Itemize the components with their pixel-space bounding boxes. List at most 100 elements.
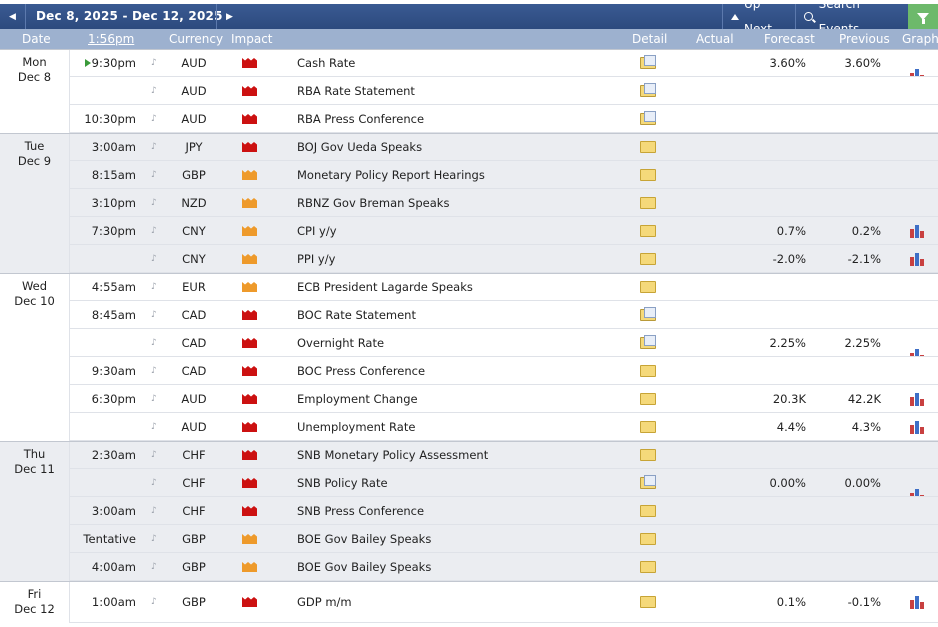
previous-value — [820, 553, 881, 581]
event-title[interactable]: BOC Press Conference — [297, 357, 425, 385]
sound-alert-icon[interactable]: ♪ — [151, 497, 163, 525]
next-week-button[interactable]: ▶ — [216, 4, 242, 29]
event-row[interactable]: 9:30am ♪ CAD BOC Press Conference — [0, 357, 938, 385]
sound-alert-icon[interactable]: ♪ — [151, 161, 163, 189]
graph-icon[interactable] — [910, 595, 926, 609]
event-title[interactable]: CPI y/y — [297, 217, 337, 245]
sound-alert-icon[interactable]: ♪ — [151, 525, 163, 553]
event-title[interactable]: SNB Policy Rate — [297, 469, 388, 497]
event-row[interactable]: 1:00am ♪ GBP GDP m/m 0.1% -0.1% — [0, 581, 938, 623]
sound-alert-icon[interactable]: ♪ — [151, 245, 163, 273]
folder-icon[interactable] — [640, 393, 656, 405]
folder-blue-icon[interactable] — [640, 475, 656, 489]
sound-alert-icon[interactable]: ♪ — [151, 77, 163, 105]
folder-blue-icon[interactable] — [640, 111, 656, 125]
folder-icon[interactable] — [640, 225, 656, 237]
event-row[interactable]: 7:30pm ♪ CNY CPI y/y 0.7% 0.2% — [0, 217, 938, 245]
event-title[interactable]: BOC Rate Statement — [297, 301, 416, 329]
event-title[interactable]: GDP m/m — [297, 581, 352, 623]
event-row[interactable]: 9:30pm ♪ AUD Cash Rate 3.60% 3.60% — [0, 49, 938, 82]
folder-icon[interactable] — [640, 141, 656, 153]
up-next-button[interactable]: Up Next — [722, 0, 795, 36]
event-row[interactable]: ♪ AUD RBA Rate Statement — [0, 77, 938, 105]
folder-icon[interactable] — [640, 533, 656, 545]
sound-alert-icon[interactable]: ♪ — [151, 189, 163, 217]
folder-blue-icon[interactable] — [640, 307, 656, 321]
event-title[interactable]: Cash Rate — [297, 49, 355, 77]
event-title[interactable]: Employment Change — [297, 385, 418, 413]
folder-icon[interactable] — [640, 281, 656, 293]
folder-icon[interactable] — [640, 505, 656, 517]
sound-alert-icon[interactable]: ♪ — [151, 553, 163, 581]
event-row[interactable]: 8:15am ♪ GBP Monetary Policy Report Hearing… — [0, 161, 938, 189]
folder-icon[interactable] — [640, 561, 656, 573]
search-events-button[interactable]: Search Events — [795, 0, 908, 36]
folder-blue-icon[interactable] — [640, 335, 656, 349]
event-row[interactable]: 2:30am ♪ CHF SNB Monetary Policy Assessment — [0, 441, 938, 469]
sound-alert-icon[interactable]: ♪ — [151, 105, 163, 133]
sound-alert-icon[interactable]: ♪ — [151, 301, 163, 329]
sound-alert-icon[interactable]: ♪ — [151, 581, 163, 623]
folder-icon[interactable] — [640, 169, 656, 181]
event-row[interactable]: 3:00am ♪ JPY BOJ Gov Ueda Speaks — [0, 133, 938, 161]
folder-icon[interactable] — [640, 449, 656, 461]
sound-alert-icon[interactable]: ♪ — [151, 133, 163, 161]
event-row[interactable]: ♪ CNY PPI y/y -2.0% -2.1% — [0, 245, 938, 273]
sound-alert-icon[interactable]: ♪ — [151, 413, 163, 441]
event-row[interactable]: 8:45am ♪ CAD BOC Rate Statement — [0, 301, 938, 329]
event-row[interactable]: 4:00am ♪ GBP BOE Gov Bailey Speaks — [0, 553, 938, 581]
event-row[interactable]: 3:00am ♪ CHF SNB Press Conference — [0, 497, 938, 525]
next-event-play-icon — [84, 59, 91, 67]
event-row[interactable]: ♪ CAD Overnight Rate 2.25% 2.25% — [0, 329, 938, 362]
event-row[interactable]: Tentative ♪ GBP BOE Gov Bailey Speaks — [0, 525, 938, 553]
event-title[interactable]: RBNZ Gov Breman Speaks — [297, 189, 449, 217]
folder-icon[interactable] — [640, 253, 656, 265]
event-time-text: 3:00am — [91, 504, 136, 518]
event-title[interactable]: PPI y/y — [297, 245, 335, 273]
day-divider — [0, 441, 938, 442]
event-row[interactable]: 3:10pm ♪ NZD RBNZ Gov Breman Speaks — [0, 189, 938, 217]
sound-alert-icon[interactable]: ♪ — [151, 49, 163, 77]
folder-icon[interactable] — [640, 421, 656, 433]
folder-icon[interactable] — [640, 365, 656, 377]
event-title[interactable]: RBA Rate Statement — [297, 77, 415, 105]
event-title[interactable]: ECB President Lagarde Speaks — [297, 273, 473, 301]
graph-icon[interactable] — [910, 252, 926, 266]
folder-icon[interactable] — [640, 596, 656, 608]
event-row[interactable]: 6:30pm ♪ AUD Employment Change 20.3K 42.2K — [0, 385, 938, 413]
high-impact-icon — [242, 450, 257, 460]
event-row[interactable]: 10:30pm ♪ AUD RBA Press Conference — [0, 105, 938, 133]
forecast-value — [740, 301, 806, 329]
event-title[interactable]: Monetary Policy Report Hearings — [297, 161, 485, 189]
event-row[interactable]: 4:55am ♪ EUR ECB President Lagarde Speaks — [0, 273, 938, 301]
event-title[interactable]: BOE Gov Bailey Speaks — [297, 525, 431, 553]
event-title[interactable]: BOJ Gov Ueda Speaks — [297, 133, 422, 161]
previous-week-button[interactable]: ◀ — [0, 4, 26, 29]
event-title[interactable]: Overnight Rate — [297, 329, 384, 357]
event-row[interactable]: ♪ CHF SNB Policy Rate 0.00% 0.00% — [0, 469, 938, 502]
filter-button[interactable] — [908, 4, 938, 29]
event-title[interactable]: SNB Press Conference — [297, 497, 424, 525]
sound-alert-icon[interactable]: ♪ — [151, 273, 163, 301]
sound-alert-icon[interactable]: ♪ — [151, 357, 163, 385]
event-title[interactable]: RBA Press Conference — [297, 105, 424, 133]
event-currency: GBP — [182, 168, 206, 182]
graph-icon[interactable] — [910, 224, 926, 238]
event-title[interactable]: SNB Monetary Policy Assessment — [297, 441, 488, 469]
event-title[interactable]: BOE Gov Bailey Speaks — [297, 553, 431, 581]
column-time-current[interactable]: 1:56pm — [88, 29, 134, 49]
graph-icon[interactable] — [910, 392, 926, 406]
graph-icon[interactable] — [910, 420, 926, 434]
event-title[interactable]: Unemployment Rate — [297, 413, 415, 441]
folder-icon[interactable] — [640, 197, 656, 209]
sound-alert-icon[interactable]: ♪ — [151, 469, 163, 497]
event-row[interactable]: ♪ AUD Unemployment Rate 4.4% 4.3% — [0, 413, 938, 441]
sound-alert-icon[interactable]: ♪ — [151, 217, 163, 245]
high-impact-icon — [242, 142, 257, 152]
sound-alert-icon[interactable]: ♪ — [151, 329, 163, 357]
event-currency: AUD — [181, 392, 207, 406]
sound-alert-icon[interactable]: ♪ — [151, 441, 163, 469]
folder-blue-icon[interactable] — [640, 83, 656, 97]
folder-blue-icon[interactable] — [640, 55, 656, 69]
sound-alert-icon[interactable]: ♪ — [151, 385, 163, 413]
